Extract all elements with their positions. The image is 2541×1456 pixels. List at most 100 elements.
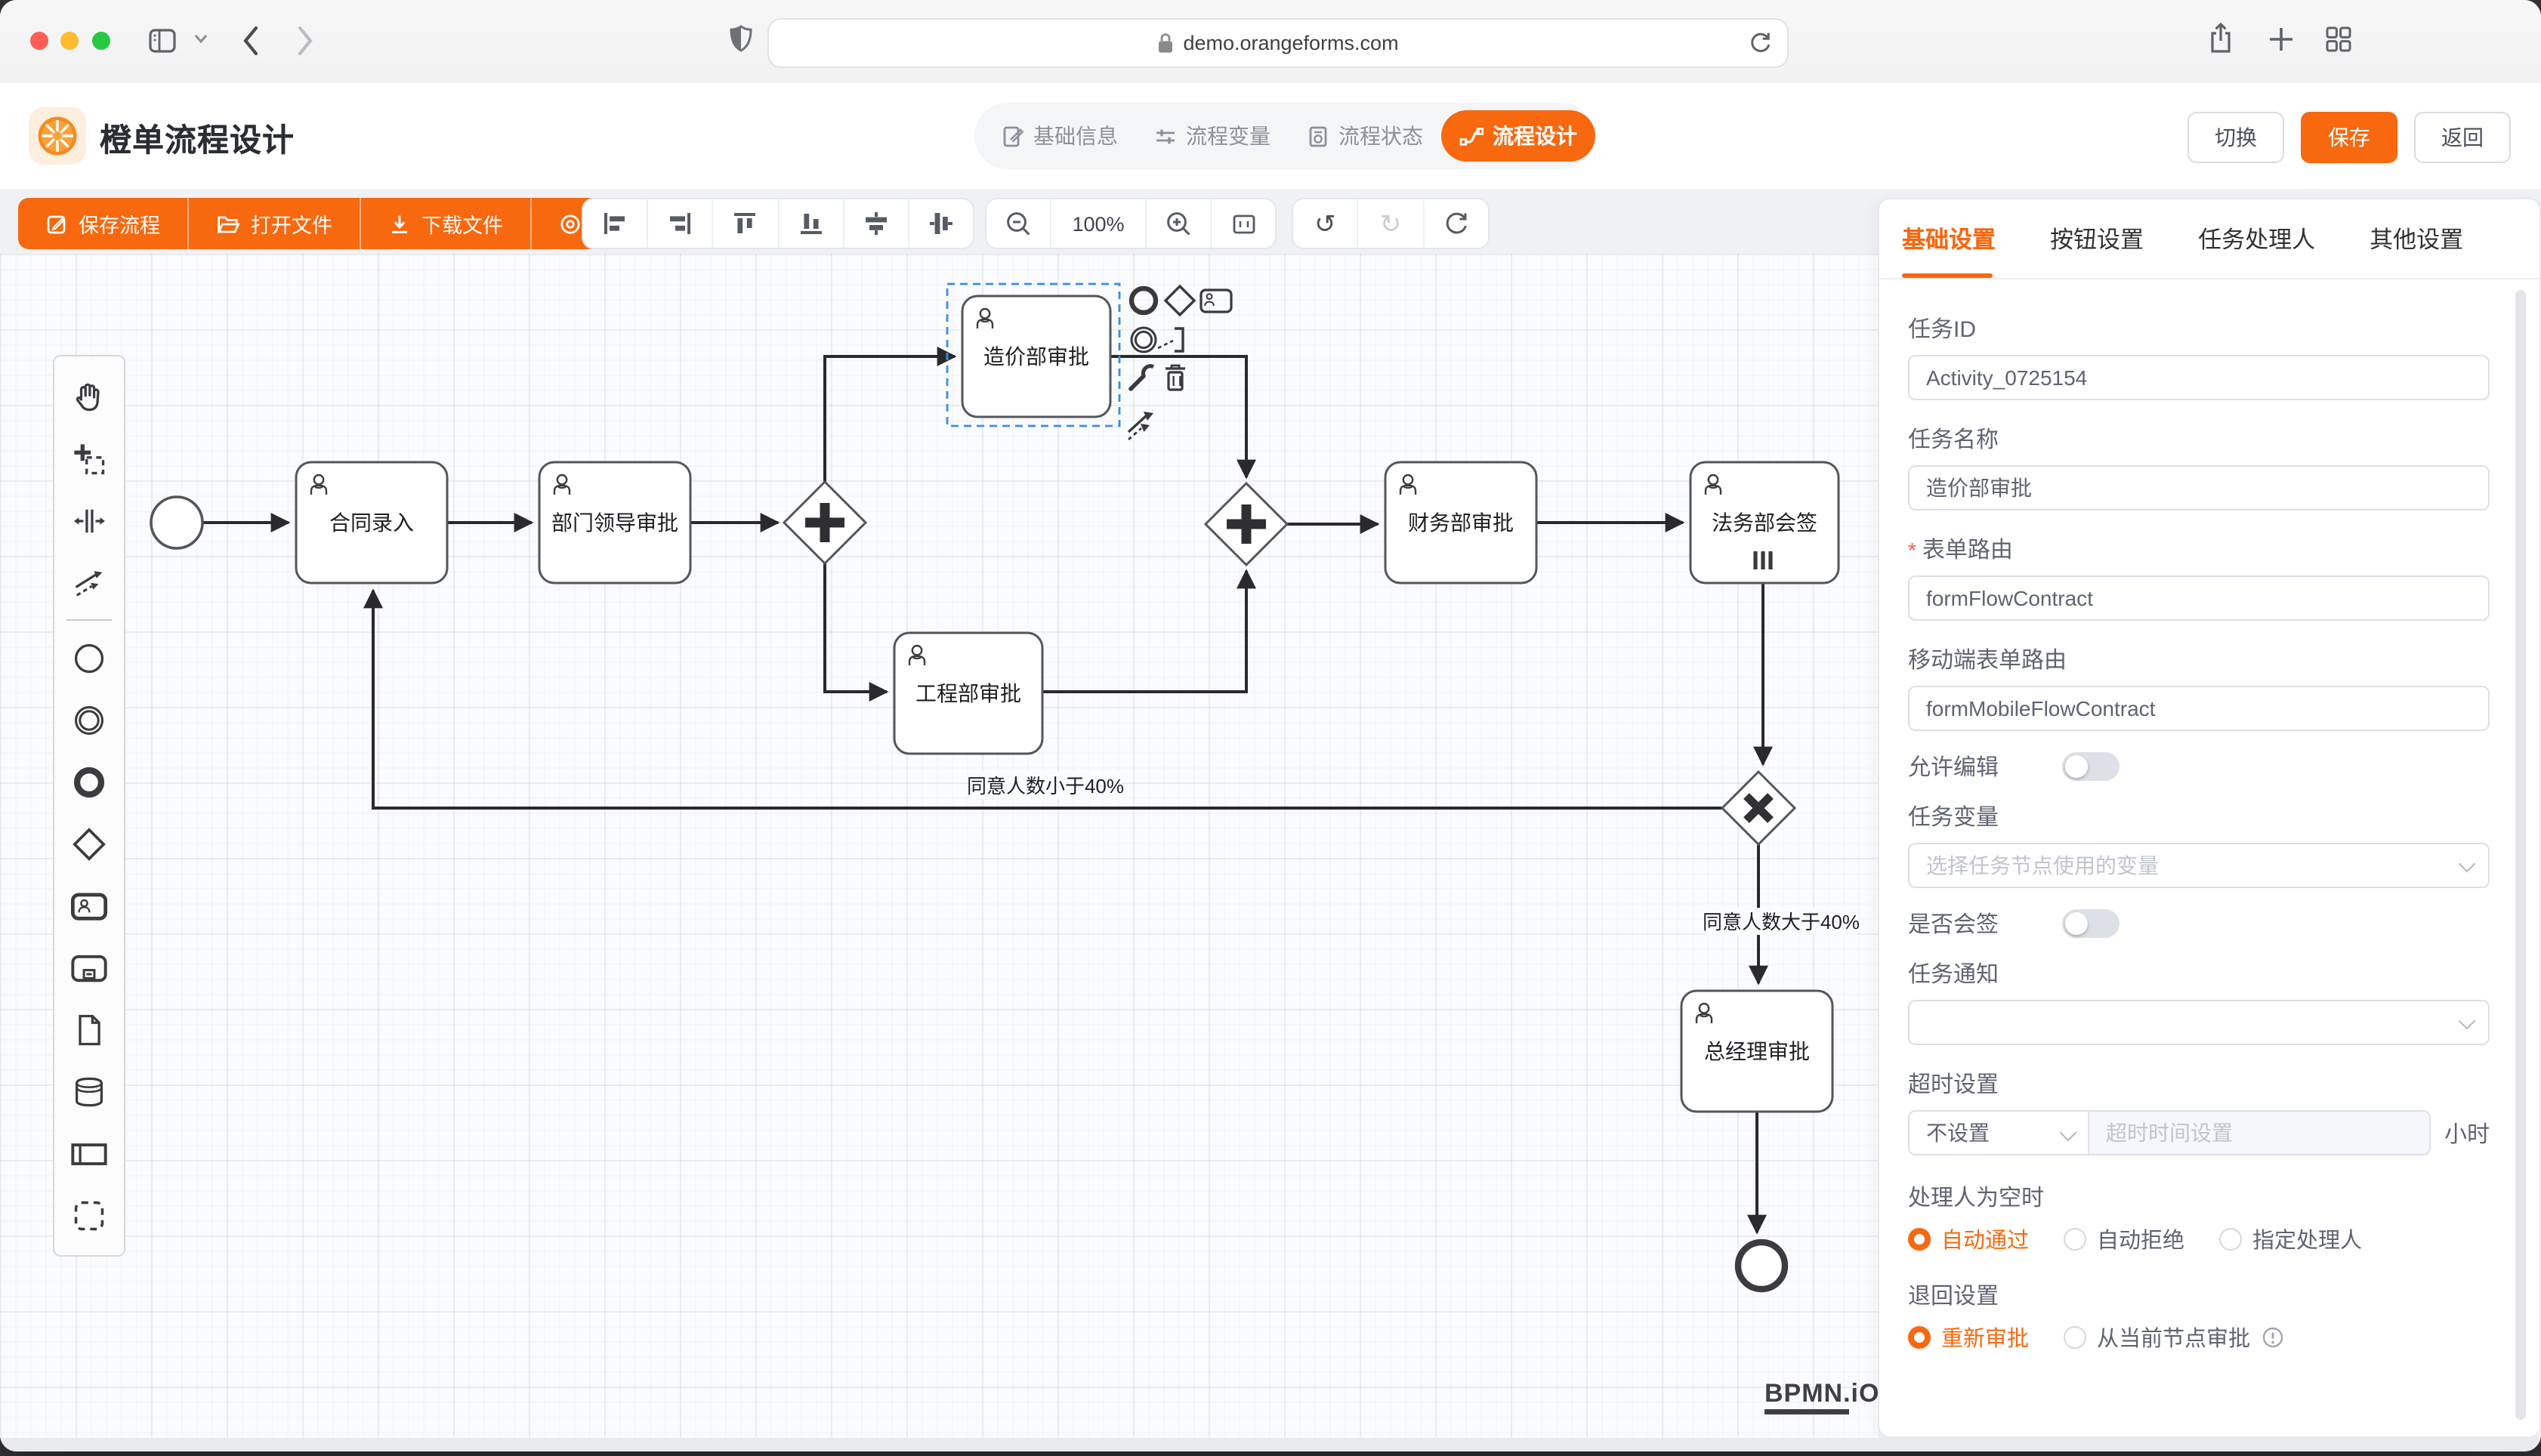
reset-button[interactable]	[1424, 199, 1488, 248]
countersign-toggle[interactable]	[2062, 909, 2120, 938]
align-button-group	[582, 198, 974, 249]
zoom-window-button[interactable]	[92, 32, 110, 50]
append-gateway-icon[interactable]	[1166, 286, 1194, 315]
task-label: 法务部会签	[1712, 511, 1817, 535]
new-tab-icon[interactable]	[2266, 24, 2296, 54]
flow-cost-to-join[interactable]	[1109, 356, 1246, 477]
radio-assign-handler[interactable]: 指定处理人	[2219, 1223, 2362, 1255]
close-window-button[interactable]	[30, 32, 48, 50]
radio-restart-approve[interactable]: 重新审批	[1908, 1322, 2029, 1353]
mobile-form-route-label: 移动端表单路由	[1908, 643, 2490, 675]
delete-trash-icon[interactable]	[1166, 366, 1185, 390]
tab-other-settings[interactable]: 其他设置	[2370, 222, 2463, 255]
flow-icon	[1459, 125, 1484, 147]
radio-from-current-node[interactable]: 从当前节点审批	[2064, 1322, 2283, 1353]
back-icon[interactable]	[242, 24, 260, 57]
align-center-vertical-button[interactable]	[909, 199, 973, 248]
task-cost-dept-approve[interactable]: 造价部审批	[947, 284, 1119, 426]
flow-nav-tabs: 基础信息 流程变量 流程状态 流程设计	[974, 103, 1594, 169]
tab-flow-variables[interactable]: 流程变量	[1136, 110, 1289, 162]
properties-panel: 基础设置 按钮设置 任务处理人 其他设置 任务ID 任务名称 *表单路由 移动端…	[1878, 198, 2541, 1438]
task-label: 部门领导审批	[551, 511, 678, 535]
flow-engineering-to-join[interactable]	[1039, 571, 1246, 692]
align-center-horizontal-button[interactable]	[844, 199, 909, 248]
task-dept-leader-approve[interactable]: 部门领导审批	[539, 462, 690, 583]
flow-split-to-engineering[interactable]	[825, 562, 887, 692]
redo-button[interactable]: ↻	[1359, 199, 1425, 248]
end-event[interactable]	[1738, 1242, 1785, 1289]
task-legal-dept-countersign[interactable]: 法务部会签	[1690, 462, 1839, 583]
align-right-button[interactable]	[648, 199, 713, 248]
radio-auto-reject[interactable]: 自动拒绝	[2064, 1223, 2184, 1255]
task-variable-select[interactable]	[1908, 843, 2490, 888]
append-text-annotation-icon[interactable]	[1158, 329, 1183, 351]
change-type-wrench-icon[interactable]	[1131, 366, 1153, 389]
edit-icon	[45, 212, 68, 235]
forward-icon[interactable]	[296, 24, 314, 57]
chevron-down-icon[interactable]	[193, 33, 208, 45]
document-edit-icon	[1002, 125, 1024, 147]
task-notify-select[interactable]	[1908, 1000, 2490, 1045]
preview-icon	[559, 212, 582, 235]
flow-split-to-cost[interactable]	[825, 356, 955, 483]
open-file-button[interactable]: 打开文件	[189, 198, 361, 249]
tab-task-assignee[interactable]: 任务处理人	[2198, 222, 2315, 255]
zoom-in-button[interactable]	[1147, 199, 1212, 248]
parallel-gateway-split[interactable]	[784, 482, 866, 563]
back-button[interactable]: 返回	[2414, 112, 2511, 163]
download-file-button[interactable]: 下载文件	[361, 198, 532, 249]
append-task-icon[interactable]	[1201, 290, 1231, 312]
reload-icon[interactable]	[1748, 29, 1772, 56]
share-icon[interactable]	[2206, 20, 2236, 59]
sidebar-icon[interactable]	[148, 21, 177, 60]
bpmn-io-watermark[interactable]: BPMN.iO	[1764, 1379, 1878, 1414]
fit-view-button[interactable]	[1212, 199, 1275, 248]
task-variable-input[interactable]	[1908, 843, 2490, 888]
task-general-manager-approve[interactable]: 总经理审批	[1681, 991, 1832, 1112]
align-top-button[interactable]	[714, 199, 779, 248]
form-route-input[interactable]	[1908, 575, 2490, 621]
tab-flow-status[interactable]: 流程状态	[1289, 110, 1441, 162]
timeout-value-input[interactable]: 超时时间设置	[2089, 1110, 2431, 1155]
save-flow-button[interactable]: 保存流程	[18, 198, 189, 249]
exclusive-gateway[interactable]	[1722, 772, 1795, 844]
form-route-label: *表单路由	[1908, 533, 2490, 565]
switch-button[interactable]: 切换	[2187, 112, 2284, 163]
align-left-button[interactable]	[583, 199, 648, 248]
start-event[interactable]	[151, 497, 202, 548]
tab-basic-settings[interactable]: 基础设置	[1902, 222, 1996, 255]
timeout-unit: 小时	[2444, 1117, 2490, 1149]
append-intermediate-event-icon[interactable]	[1132, 328, 1156, 352]
task-id-label: 任务ID	[1908, 313, 2490, 344]
parallel-gateway-join[interactable]	[1206, 483, 1287, 565]
tab-button-settings[interactable]: 按钮设置	[2050, 222, 2144, 255]
task-notify-input[interactable]	[1908, 1000, 2490, 1045]
minimize-window-button[interactable]	[60, 32, 79, 50]
allow-edit-toggle[interactable]	[2062, 752, 2120, 781]
orange-logo-icon	[35, 113, 80, 159]
align-bottom-button[interactable]	[779, 199, 844, 248]
empty-assignee-radios: 自动通过 自动拒绝 指定处理人	[1908, 1223, 2490, 1255]
undo-button[interactable]: ↺	[1293, 199, 1359, 248]
task-engineering-dept-approve[interactable]: 工程部审批	[894, 633, 1042, 754]
address-bar[interactable]: demo.orangeforms.com	[767, 18, 1789, 68]
file-button-group: 保存流程 打开文件 下载文件 预览	[18, 198, 660, 249]
append-end-event-icon[interactable]	[1132, 288, 1156, 313]
tab-overview-icon[interactable]	[2323, 24, 2354, 54]
bpmn-canvas[interactable]: 同意人数小于40% 同意人数大于40% 合同录入 部门领导审批	[0, 254, 1878, 1438]
zoom-out-button[interactable]	[986, 199, 1051, 248]
mobile-form-route-input[interactable]	[1908, 686, 2490, 731]
allow-edit-label: 允许编辑	[1908, 751, 1999, 782]
panel-scrollbar[interactable]	[2515, 290, 2526, 1420]
timeout-mode-select[interactable]: 不设置	[1908, 1110, 2089, 1155]
save-button[interactable]: 保存	[2301, 112, 2397, 163]
task-id-input[interactable]	[1908, 355, 2490, 400]
tab-basic-info[interactable]: 基础信息	[983, 110, 1136, 162]
task-finance-dept-approve[interactable]: 财务部审批	[1385, 462, 1536, 583]
connect-tool-icon[interactable]	[1128, 412, 1153, 440]
privacy-shield-icon[interactable]	[728, 23, 754, 59]
task-contract-entry[interactable]: 合同录入	[296, 462, 447, 583]
tab-flow-design[interactable]: 流程设计	[1441, 110, 1595, 162]
task-name-input[interactable]	[1908, 465, 2490, 511]
radio-auto-pass[interactable]: 自动通过	[1908, 1223, 2029, 1255]
